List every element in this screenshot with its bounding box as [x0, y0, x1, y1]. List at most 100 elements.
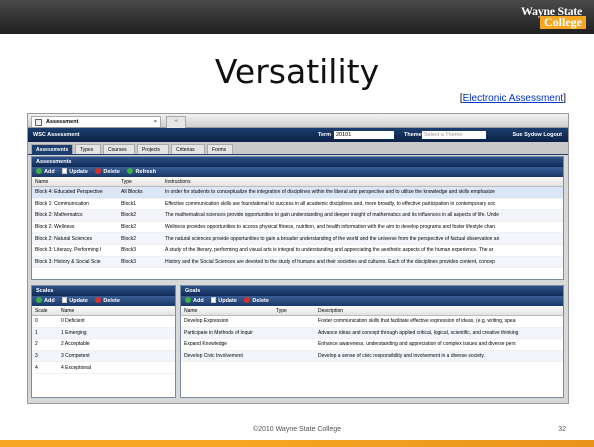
cell: 3 — [32, 350, 58, 363]
cell: All Blocks — [118, 186, 162, 199]
cell: 2 — [32, 338, 58, 351]
column-header-name[interactable]: Name — [58, 306, 175, 316]
refresh-assessment-button[interactable]: Refresh — [127, 168, 156, 175]
cell: Develop a sense of civic responsibility … — [315, 350, 563, 363]
update-label: Update — [218, 298, 237, 304]
browser-tab-assessment[interactable]: Assessment × — [31, 116, 161, 127]
assessments-panel: Assessments Add Update Delete Refresh Na… — [31, 156, 564, 280]
cell: Participate in Methods of Inquir — [181, 327, 273, 340]
browser-tab-strip: Assessment × + — [28, 114, 568, 128]
document-icon — [211, 297, 217, 303]
update-label: Update — [69, 169, 88, 175]
assessment-app-window: Assessment × + WSC Assessment Term 20101… — [27, 113, 569, 404]
slide-footer: ©2010 Wayne State College — [252, 426, 342, 433]
table-row[interactable]: 3 3 Competent — [32, 350, 175, 363]
column-header-type[interactable]: Type — [118, 177, 162, 187]
update-goal-button[interactable]: Update — [211, 297, 237, 304]
table-row[interactable]: Block 2: Wellness Block2 Wellness provid… — [32, 221, 563, 234]
assessments-table: Name Type Instructions Block 4: Educated… — [32, 177, 563, 269]
table-row[interactable]: Develop Expression Foster communication … — [181, 315, 563, 328]
refresh-icon — [127, 168, 134, 174]
add-goal-button[interactable]: Add — [185, 297, 204, 304]
table-row[interactable]: Block 4: Educated Perspective All Blocks… — [32, 186, 563, 199]
refresh-label: Refresh — [135, 169, 156, 175]
add-label: Add — [193, 298, 204, 304]
theme-select[interactable]: Select a Theme — [422, 131, 486, 139]
cell: Block1 — [118, 198, 162, 211]
table-row[interactable]: Block 3: Literacy, Performing I Block3 A… — [32, 244, 563, 257]
assessments-toolbar: Add Update Delete Refresh — [32, 167, 563, 177]
goals-panel: Goals Add Update Delete Name Type Descri… — [180, 285, 564, 398]
column-header-name[interactable]: Name — [181, 306, 273, 316]
column-header-type[interactable]: Type — [273, 306, 315, 316]
tab-assessments[interactable]: Assessments — [31, 144, 73, 154]
close-icon[interactable]: × — [154, 117, 157, 128]
table-row[interactable]: 2 2 Acceptable — [32, 338, 175, 351]
cell: Block2 — [118, 209, 162, 222]
delete-label: Delete — [252, 298, 269, 304]
slide-header-bar: Wayne State College — [0, 0, 594, 34]
table-row[interactable]: 1 1 Emerging — [32, 327, 175, 340]
cell: 1 Emerging — [58, 327, 175, 340]
delete-goal-button[interactable]: Delete — [244, 297, 269, 304]
cell: Block 2: Natural Sciences — [32, 232, 118, 245]
add-scale-button[interactable]: Add — [36, 297, 55, 304]
cell: Block 3: History & Social Scie — [32, 256, 118, 269]
electronic-assessment-link[interactable]: Electronic Assessment — [463, 93, 564, 104]
theme-label: Theme — [404, 132, 422, 138]
add-icon — [36, 168, 42, 174]
electronic-assessment-link-wrap: [Electronic Assessment] — [459, 93, 566, 104]
update-scale-button[interactable]: Update — [62, 297, 88, 304]
scales-title: Scales — [32, 286, 175, 296]
app-name: WSC Assessment — [33, 132, 80, 138]
delete-label: Delete — [103, 298, 120, 304]
column-header-scale[interactable]: Scale — [32, 306, 58, 316]
slide-title: Versatility — [214, 52, 380, 91]
delete-scale-button[interactable]: Delete — [95, 297, 120, 304]
table-row[interactable]: Block 1: Communication Block1 Effective … — [32, 198, 563, 211]
update-assessment-button[interactable]: Update — [62, 168, 88, 175]
tab-courses[interactable]: Courses — [103, 144, 135, 154]
table-row[interactable]: 0 0 Deficient — [32, 315, 175, 328]
cell — [273, 338, 315, 351]
document-icon — [62, 297, 68, 303]
cell — [273, 327, 315, 340]
delete-assessment-button[interactable]: Delete — [95, 168, 120, 175]
table-row[interactable]: Develop Civic Involvement Develop a sens… — [181, 350, 563, 363]
cell: 3 Competent — [58, 350, 175, 363]
tab-criterias[interactable]: Criterias — [171, 144, 205, 154]
column-header-name[interactable]: Name — [32, 177, 118, 187]
scales-toolbar: Add Update Delete — [32, 296, 175, 306]
table-row[interactable]: Expand Knowledge Enhance awareness, unde… — [181, 338, 563, 351]
tab-forms[interactable]: Forms — [207, 144, 233, 154]
cell: Block3 — [118, 256, 162, 269]
user-logout[interactable]: Sue Sydow Logout — [513, 128, 563, 142]
add-label: Add — [44, 298, 55, 304]
column-header-description[interactable]: Description — [315, 306, 563, 316]
goals-toolbar: Add Update Delete — [181, 296, 563, 306]
delete-icon — [95, 168, 102, 174]
add-assessment-button[interactable]: Add — [36, 168, 55, 175]
term-select[interactable]: 20101 — [334, 131, 394, 139]
cell: The mathematical sciences provide opport… — [162, 209, 563, 222]
table-row[interactable]: Block 2: Natural Sciences Block2 The nat… — [32, 232, 563, 245]
cell: Block2 — [118, 232, 162, 245]
tab-projects[interactable]: Projects — [137, 144, 169, 154]
column-header-instructions[interactable]: Instructions — [162, 177, 563, 187]
new-tab-button[interactable]: + — [166, 116, 186, 128]
table-row[interactable]: Block 2: Mathematics Block2 The mathemat… — [32, 209, 563, 222]
table-row[interactable]: Block 3: History & Social Scie Block3 Hi… — [32, 256, 563, 269]
term-label: Term — [318, 132, 332, 138]
add-label: Add — [44, 169, 55, 175]
cell: Develop Civic Involvement — [181, 350, 273, 363]
page-number: 32 — [558, 426, 566, 433]
table-row[interactable]: 4 4 Exceptional — [32, 361, 175, 374]
cell: The natural sciences provide opportuniti… — [162, 232, 563, 245]
document-icon — [62, 168, 68, 174]
delete-icon — [244, 297, 251, 303]
tab-types[interactable]: Types — [75, 144, 101, 154]
table-row[interactable]: Participate in Methods of Inquir Advance… — [181, 327, 563, 340]
cell: Block2 — [118, 221, 162, 234]
logo-line2: College — [540, 16, 586, 29]
bottom-accent-bar — [0, 440, 594, 447]
